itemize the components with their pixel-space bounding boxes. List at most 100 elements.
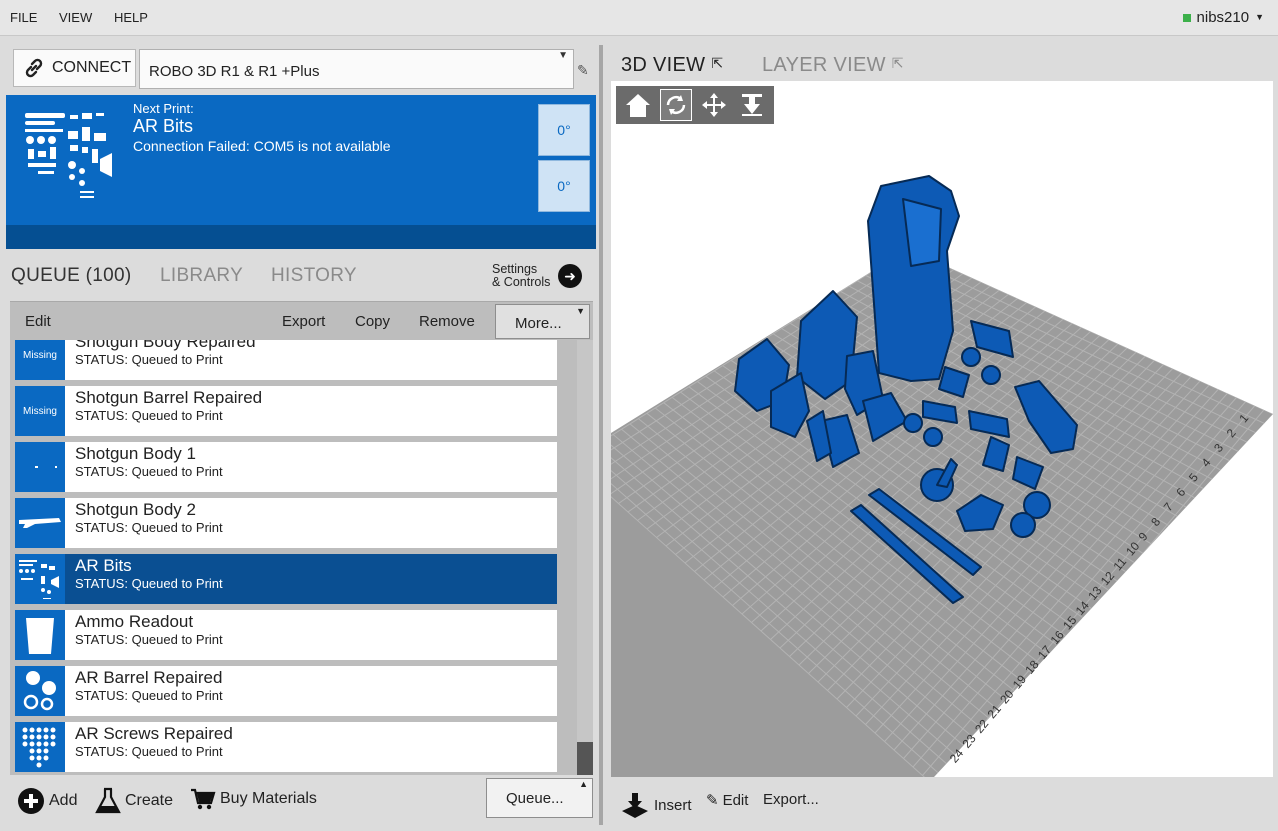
queue-item[interactable]: AR Barrel Repaired STATUS: Queued to Pri… <box>15 666 557 716</box>
queue-item[interactable]: Ammo Readout STATUS: Queued to Print <box>15 610 557 660</box>
part-thumbnail <box>15 498 65 548</box>
export-model-button[interactable]: Export... <box>763 791 819 808</box>
export-button[interactable]: Export <box>282 313 325 330</box>
move-mode-button[interactable] <box>698 89 730 121</box>
buy-materials-label: Buy Materials <box>220 790 317 807</box>
queue-item-selected[interactable]: AR Bits STATUS: Queued to Print <box>15 554 557 604</box>
part-thumbnail <box>15 610 65 660</box>
chevron-down-icon: ▼ <box>558 50 568 61</box>
create-label: Create <box>125 792 174 809</box>
pencil-icon: ✎ <box>706 792 719 809</box>
chevron-down-icon: ▼ <box>1255 12 1264 22</box>
part-thumbnail <box>15 666 65 716</box>
copy-button[interactable]: Copy <box>355 313 390 330</box>
queue-menu-label: Queue... <box>506 790 564 807</box>
online-status-icon <box>1182 14 1191 23</box>
queue-menu-button[interactable]: Queue... ▲ <box>486 778 593 818</box>
menu-file[interactable]: FILE <box>10 10 37 25</box>
tab-3d-view[interactable]: 3D VIEW ⇱ <box>621 54 723 77</box>
connect-label: CONNECT <box>52 59 132 76</box>
queue-scrollbar-track[interactable] <box>577 340 593 775</box>
pencil-icon[interactable]: ✎ <box>577 62 589 79</box>
flask-icon <box>95 787 121 814</box>
queue-item-status: STATUS: Queued to Print <box>75 464 223 479</box>
home-icon <box>626 94 650 117</box>
bed-temperature-value: 0° <box>557 178 571 194</box>
insert-button[interactable]: Insert <box>620 791 692 819</box>
queue-item-name: AR Screws Repaired <box>75 724 233 743</box>
queue-item-status: STATUS: Queued to Print <box>75 576 223 591</box>
tab-layer-view[interactable]: LAYER VIEW ⇱ <box>762 54 904 77</box>
shotgun-icon <box>19 518 61 528</box>
tab-history[interactable]: HISTORY <box>271 265 357 287</box>
connect-button[interactable]: CONNECT <box>13 49 136 87</box>
user-menu[interactable]: nibs210 ▼ <box>1182 9 1264 26</box>
popout-icon[interactable]: ⇱ <box>711 55 723 71</box>
insert-icon <box>622 793 648 818</box>
queue-list[interactable]: Missing Shotgun Body Repaired STATUS: Qu… <box>10 340 593 775</box>
bed-temperature[interactable]: 0° <box>538 160 590 212</box>
edit-button[interactable]: Edit <box>25 313 51 330</box>
menu-help[interactable]: HELP <box>114 10 148 25</box>
chevron-up-icon: ▲ <box>579 779 588 789</box>
status-footer-strip <box>6 225 596 249</box>
home-view-button[interactable] <box>622 89 654 121</box>
queue-item-status: STATUS: Queued to Print <box>75 408 223 423</box>
move-icon <box>702 93 726 117</box>
connection-status-message: Connection Failed: COM5 is not available <box>133 138 391 154</box>
queue-item[interactable]: Shotgun Body 1 STATUS: Queued to Print <box>15 442 557 492</box>
tab-3d-view-label: 3D VIEW <box>621 54 706 76</box>
missing-thumbnail: Missing <box>15 386 65 436</box>
remove-button[interactable]: Remove <box>419 313 475 330</box>
popout-icon[interactable]: ⇱ <box>892 55 904 71</box>
extruder-temperature[interactable]: 0° <box>538 104 590 156</box>
edit-model-button[interactable]: ✎ Edit <box>706 791 749 810</box>
more-button[interactable]: More... ▼ <box>495 304 590 339</box>
queue-item[interactable]: AR Screws Repaired STATUS: Queued to Pri… <box>15 722 557 772</box>
model-round-1 <box>961 347 981 367</box>
queue-item-status: STATUS: Queued to Print <box>75 688 223 703</box>
drop-to-bed-icon <box>742 94 762 116</box>
create-button[interactable]: Create <box>95 787 173 815</box>
view-toolbar <box>616 86 774 124</box>
insert-label: Insert <box>654 796 692 814</box>
queue-item[interactable]: Shotgun Body 2 STATUS: Queued to Print <box>15 498 557 548</box>
queue-scrollbar-thumb[interactable] <box>577 742 593 775</box>
menu-view[interactable]: VIEW <box>59 10 92 25</box>
export-model-label: Export... <box>763 791 819 808</box>
tab-queue[interactable]: QUEUE (100) <box>11 265 132 287</box>
ar-screws-icon <box>22 727 56 768</box>
more-label: More... <box>515 315 562 332</box>
print-status-panel: Next Print: AR Bits Connection Failed: C… <box>6 95 596 249</box>
missing-thumbnail: Missing <box>15 340 65 380</box>
queue-item-name: Shotgun Body 2 <box>75 500 196 519</box>
edit-model-label: Edit <box>722 791 749 809</box>
buy-materials-button[interactable]: Buy Materials <box>190 787 317 811</box>
queue-item-status: STATUS: Queued to Print <box>75 632 223 647</box>
drop-to-bed-button[interactable] <box>736 89 768 121</box>
next-print-name: AR Bits <box>133 116 194 136</box>
rotate-mode-button[interactable] <box>660 89 692 121</box>
model-round-4 <box>923 427 943 447</box>
settings-label-line2: & Controls <box>492 275 551 289</box>
next-print-thumbnail <box>25 113 112 198</box>
ammo-readout-icon <box>26 618 54 654</box>
model-disc-3 <box>1010 512 1036 538</box>
panel-splitter[interactable] <box>599 45 603 825</box>
extruder-temperature-value: 0° <box>557 122 571 138</box>
tab-layer-view-label: LAYER VIEW <box>762 54 886 76</box>
queue-item[interactable]: Missing Shotgun Barrel Repaired STATUS: … <box>15 386 557 436</box>
shopping-cart-icon <box>191 788 216 810</box>
part-thumbnail <box>15 442 65 492</box>
queue-item[interactable]: Missing Shotgun Body Repaired STATUS: Qu… <box>15 340 557 380</box>
ar-bits-icon <box>19 560 59 599</box>
printer-select[interactable]: ROBO 3D R1 & R1 +Plus ▼ <box>139 49 574 89</box>
queue-item-status: STATUS: Queued to Print <box>75 520 223 535</box>
model-round-3 <box>903 413 923 433</box>
queue-item-status: STATUS: Queued to Print <box>75 352 223 367</box>
3d-viewport[interactable]: 1 2 3 4 5 6 7 8 9 10 11 12 13 14 15 16 17 18 19 20 21 22 23 24 <box>611 81 1273 777</box>
add-button[interactable]: Add <box>17 787 77 815</box>
tab-library[interactable]: LIBRARY <box>160 265 243 287</box>
arrow-right-icon[interactable]: ➜ <box>558 264 582 288</box>
settings-controls-link[interactable]: Settings & Controls <box>492 263 550 289</box>
